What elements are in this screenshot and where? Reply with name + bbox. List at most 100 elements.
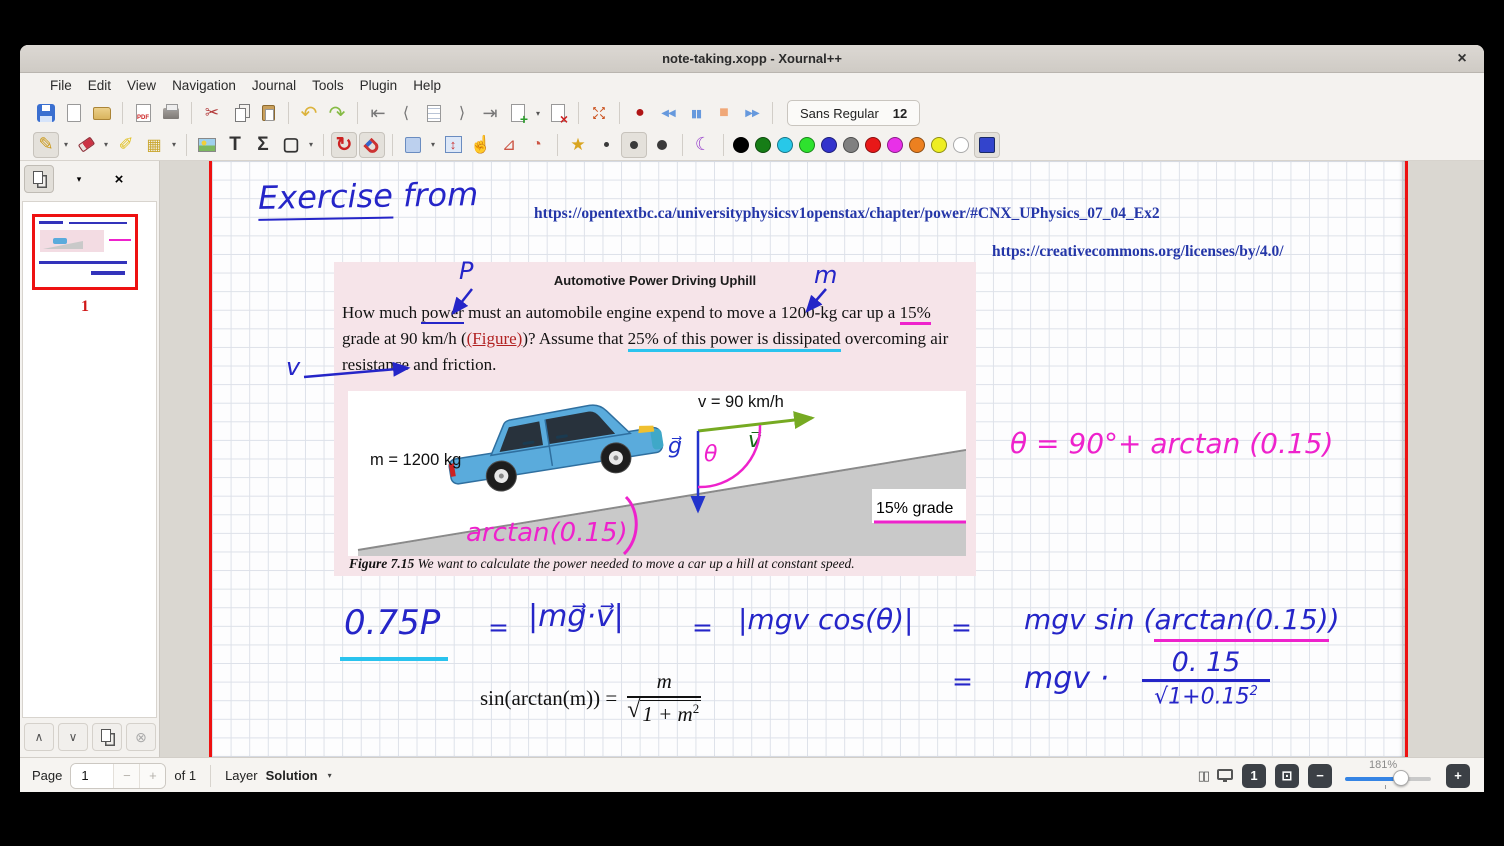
thickness-medium-button[interactable] <box>621 132 647 158</box>
rewind-audio-icon[interactable]: ◀◀ <box>655 100 681 126</box>
compass-icon[interactable]: ◔ <box>524 132 550 158</box>
move-page-down-button[interactable]: ∨ <box>58 723 88 751</box>
color-current-blue-swatch[interactable] <box>974 132 1000 158</box>
menu-navigation[interactable]: Navigation <box>164 76 244 95</box>
cut-icon[interactable]: ✂ <box>199 100 225 126</box>
move-page-up-button[interactable]: ∧ <box>24 723 54 751</box>
zoom-in-button[interactable]: + <box>1446 764 1470 788</box>
annotation-mass: m <box>814 261 837 289</box>
add-page-chevron-icon[interactable]: ▾ <box>532 100 544 126</box>
forward-audio-icon[interactable]: ▶▶ <box>739 100 765 126</box>
pen-tool-icon[interactable]: ✎ <box>33 132 59 158</box>
figure-link[interactable]: (Figure) <box>467 329 523 348</box>
duplicate-page-button[interactable] <box>92 723 122 751</box>
measure-tool-icon[interactable]: ▦ <box>141 132 167 158</box>
delete-page-button-disabled[interactable]: ⊗ <box>126 723 156 751</box>
color-cyan-swatch[interactable] <box>777 137 793 153</box>
menu-edit[interactable]: Edit <box>80 76 119 95</box>
menu-tools[interactable]: Tools <box>304 76 352 95</box>
favorite-pen-icon[interactable]: ★ <box>565 132 591 158</box>
two-page-view-icon[interactable]: ▯▯ <box>1198 768 1208 784</box>
open-file-icon[interactable] <box>89 100 115 126</box>
fullscreen-icon[interactable]: ↖↗ ↙↘ <box>586 100 612 126</box>
select-rectangle-icon[interactable] <box>400 132 426 158</box>
preview-pages-button[interactable] <box>24 165 54 193</box>
paste-icon[interactable] <box>255 100 281 126</box>
menu-journal[interactable]: Journal <box>244 76 304 95</box>
presentation-mode-icon[interactable] <box>1217 769 1233 780</box>
pen-tool-chevron-icon[interactable]: ▾ <box>60 132 72 158</box>
vertical-space-icon[interactable]: ↕ <box>440 132 466 158</box>
last-page-icon[interactable]: ⇥ <box>477 100 503 126</box>
color-green-swatch[interactable] <box>755 137 771 153</box>
document-page[interactable]: Exercise from https://opentextbc.ca/univ… <box>209 161 1408 757</box>
record-audio-icon[interactable]: ● <box>627 100 653 126</box>
eraser-tool-chevron-icon[interactable]: ▾ <box>100 132 112 158</box>
stop-audio-icon[interactable]: ■ <box>711 100 737 126</box>
tex-tool-icon[interactable]: Σ <box>250 132 276 158</box>
new-document-icon[interactable] <box>61 100 87 126</box>
copy-icon[interactable] <box>227 100 253 126</box>
redo-icon[interactable]: ↷ <box>324 100 350 126</box>
fraction-denominator: √1+0.152 <box>1154 684 1258 709</box>
page-number-input[interactable]: 1 <box>71 764 113 788</box>
measure-tool-chevron-icon[interactable]: ▾ <box>168 132 180 158</box>
sidebar-close-icon[interactable]: × <box>104 165 134 193</box>
insert-image-icon[interactable] <box>194 132 220 158</box>
license-url-link[interactable]: https://creativecommons.org/licenses/by/… <box>992 243 1284 261</box>
page-thumbnail[interactable] <box>32 214 138 290</box>
color-blue-swatch[interactable] <box>821 137 837 153</box>
shape-tool-chevron-icon[interactable]: ▾ <box>305 132 317 158</box>
title-bar[interactable]: note-taking.xopp - Xournal++ × <box>20 45 1484 73</box>
menu-view[interactable]: View <box>119 76 164 95</box>
pause-audio-icon[interactable]: ▮▮ <box>683 100 709 126</box>
select-rectangle-chevron-icon[interactable]: ▾ <box>427 132 439 158</box>
eraser-tool-icon[interactable] <box>73 132 99 158</box>
next-page-icon[interactable]: ⟩ <box>449 100 475 126</box>
grid-snapping-icon[interactable] <box>359 132 385 158</box>
menu-help[interactable]: Help <box>405 76 449 95</box>
color-lightgreen-swatch[interactable] <box>799 137 815 153</box>
print-icon[interactable] <box>158 100 184 126</box>
shape-tool-icon[interactable]: ▢ <box>278 132 304 158</box>
hand-tool-icon[interactable]: ☝ <box>468 132 494 158</box>
color-orange-swatch[interactable] <box>909 137 925 153</box>
add-page-icon[interactable] <box>505 100 531 126</box>
window-close-icon[interactable]: × <box>1452 49 1472 69</box>
color-magenta-swatch[interactable] <box>887 137 903 153</box>
color-yellow-swatch[interactable] <box>931 137 947 153</box>
zoom-slider-track[interactable] <box>1345 777 1431 781</box>
undo-icon[interactable]: ↶ <box>296 100 322 126</box>
zoom-100-button[interactable]: 1 <box>1242 764 1266 788</box>
layer-chevron-icon[interactable]: ▾ <box>328 771 332 780</box>
rotation-snapping-icon[interactable]: ↻ <box>331 132 357 158</box>
color-black-swatch[interactable] <box>733 137 749 153</box>
thickness-thick-button[interactable] <box>649 132 675 158</box>
delete-page-icon[interactable] <box>545 100 571 126</box>
text-tool-icon[interactable]: T <box>222 132 248 158</box>
source-url-link[interactable]: https://opentextbc.ca/universityphysicsv… <box>534 205 1160 223</box>
zoom-percentage: 181% <box>1369 759 1397 771</box>
sidebar-dropdown-chevron-icon[interactable]: ▾ <box>64 165 94 193</box>
color-red-swatch[interactable] <box>865 137 881 153</box>
menu-plugin[interactable]: Plugin <box>352 76 406 95</box>
first-page-icon[interactable]: ⇤ <box>365 100 391 126</box>
color-chooser-icon[interactable]: ☾ <box>690 132 716 158</box>
save-icon[interactable] <box>33 100 59 126</box>
color-white-swatch[interactable] <box>953 137 969 153</box>
highlighter-tool-icon[interactable]: ✐ <box>113 132 139 158</box>
zoom-out-button[interactable]: − <box>1308 764 1332 788</box>
page-decrement-button[interactable]: − <box>113 764 139 788</box>
font-selector-button[interactable]: Sans Regular 12 <box>787 100 920 126</box>
layer-dropdown[interactable]: Solution <box>266 768 318 783</box>
thickness-fine-button[interactable] <box>593 132 619 158</box>
goto-page-icon[interactable] <box>421 100 447 126</box>
zoom-slider-knob[interactable] <box>1393 770 1409 786</box>
previous-page-icon[interactable]: ⟨ <box>393 100 419 126</box>
page-increment-button[interactable]: + <box>139 764 165 788</box>
menu-file[interactable]: File <box>42 76 80 95</box>
export-pdf-icon[interactable]: PDF <box>130 100 156 126</box>
color-gray-swatch[interactable] <box>843 137 859 153</box>
zoom-fit-button[interactable]: ⊡ <box>1275 764 1299 788</box>
setsquare-icon[interactable]: ⊿ <box>496 132 522 158</box>
